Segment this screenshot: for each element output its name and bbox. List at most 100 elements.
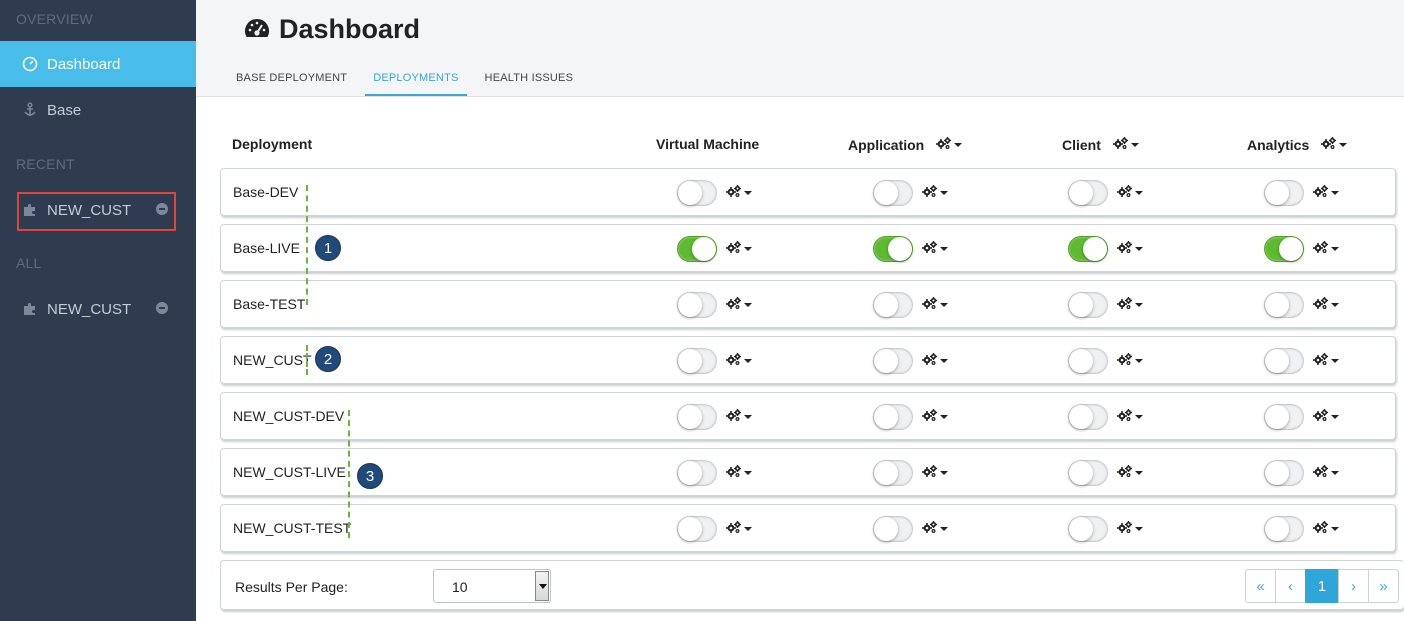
gear-dropdown[interactable]: [1313, 240, 1339, 259]
app-toggle[interactable]: [873, 404, 913, 430]
gear-dropdown[interactable]: [922, 464, 948, 483]
remove-icon[interactable]: [156, 302, 168, 314]
gear-dropdown[interactable]: [936, 136, 963, 153]
client-toggle[interactable]: [1068, 236, 1108, 262]
caret-icon: [1331, 247, 1339, 251]
gear-dropdown[interactable]: [922, 184, 948, 203]
analytics-cell: [1264, 236, 1339, 262]
vm-toggle[interactable]: [677, 516, 717, 542]
caret-icon: [940, 415, 948, 419]
gear-dropdown[interactable]: [1117, 184, 1143, 203]
caret-icon: [1135, 471, 1143, 475]
gear-dropdown[interactable]: [922, 408, 948, 427]
gear-dropdown[interactable]: [726, 520, 752, 539]
client-toggle[interactable]: [1068, 404, 1108, 430]
gear-dropdown[interactable]: [726, 352, 752, 371]
all-item-label: NEW_CUST: [47, 300, 132, 318]
vm-cell: [677, 516, 752, 542]
gear-dropdown[interactable]: [922, 296, 948, 315]
gear-dropdown[interactable]: [922, 352, 948, 371]
tab-base-deployment[interactable]: BASE DEPLOYMENT: [236, 64, 347, 96]
vm-toggle[interactable]: [677, 348, 717, 374]
deployment-name[interactable]: NEW_CUST-LIVE: [233, 464, 346, 480]
client-cell: [1068, 348, 1143, 374]
client-toggle[interactable]: [1068, 516, 1108, 542]
vm-toggle[interactable]: [677, 404, 717, 430]
gear-dropdown[interactable]: [1117, 408, 1143, 427]
app-toggle[interactable]: [873, 516, 913, 542]
gear-dropdown[interactable]: [1313, 296, 1339, 315]
app-toggle[interactable]: [873, 292, 913, 318]
deployment-name[interactable]: NEW_CUST-TEST: [233, 520, 351, 536]
vm-toggle[interactable]: [677, 460, 717, 486]
analytics-toggle[interactable]: [1264, 348, 1304, 374]
toggle-knob: [1265, 293, 1289, 317]
results-per-page-select[interactable]: 10: [433, 569, 551, 603]
app-toggle[interactable]: [873, 460, 913, 486]
first-page-button[interactable]: «: [1245, 569, 1276, 603]
tab-health-issues[interactable]: HEALTH ISSUES: [485, 64, 574, 96]
client-toggle[interactable]: [1068, 180, 1108, 206]
app-toggle[interactable]: [873, 180, 913, 206]
app-toggle[interactable]: [873, 236, 913, 262]
analytics-toggle[interactable]: [1264, 516, 1304, 542]
sidebar-item-base[interactable]: Base: [0, 87, 196, 133]
vm-toggle[interactable]: [677, 236, 717, 262]
recent-item-new-cust[interactable]: NEW_CUST: [0, 187, 196, 233]
chevron-down-icon[interactable]: [535, 571, 549, 601]
toggle-knob: [874, 461, 898, 485]
tab-deployments[interactable]: DEPLOYMENTS: [365, 64, 467, 96]
client-cell: [1068, 292, 1143, 318]
analytics-toggle[interactable]: [1264, 404, 1304, 430]
client-toggle[interactable]: [1068, 460, 1108, 486]
caret-icon: [940, 247, 948, 251]
gear-dropdown[interactable]: [1117, 240, 1143, 259]
gear-dropdown[interactable]: [1313, 352, 1339, 371]
gear-dropdown[interactable]: [726, 464, 752, 483]
client-toggle[interactable]: [1068, 348, 1108, 374]
gear-dropdown[interactable]: [1313, 464, 1339, 483]
analytics-toggle[interactable]: [1264, 460, 1304, 486]
deployment-name[interactable]: Base-DEV: [233, 184, 298, 200]
gear-dropdown[interactable]: [726, 408, 752, 427]
gear-dropdown[interactable]: [1321, 136, 1348, 153]
analytics-cell: [1264, 516, 1339, 542]
gear-dropdown[interactable]: [1117, 464, 1143, 483]
gear-dropdown[interactable]: [1112, 136, 1139, 153]
client-cell: [1068, 516, 1143, 542]
table-row: NEW_CUST-TEST: [220, 504, 1396, 552]
vm-toggle[interactable]: [677, 180, 717, 206]
gear-dropdown[interactable]: [922, 520, 948, 539]
gear-dropdown[interactable]: [726, 184, 752, 203]
deployment-name[interactable]: Base-TEST: [233, 296, 305, 312]
remove-icon[interactable]: [156, 203, 168, 215]
sidebar-item-dashboard[interactable]: Dashboard: [0, 41, 196, 87]
gear-dropdown[interactable]: [1313, 184, 1339, 203]
deployment-name[interactable]: NEW_CUST: [233, 352, 312, 368]
analytics-toggle[interactable]: [1264, 292, 1304, 318]
next-page-button[interactable]: ›: [1338, 569, 1369, 603]
last-page-button[interactable]: »: [1368, 569, 1399, 603]
table-footer: Results Per Page: 10 « ‹ 1 › »: [220, 560, 1404, 610]
client-toggle[interactable]: [1068, 292, 1108, 318]
caret-icon: [1331, 359, 1339, 363]
deployment-name[interactable]: Base-LIVE: [233, 240, 300, 256]
previous-page-button[interactable]: ‹: [1275, 569, 1306, 603]
gear-dropdown[interactable]: [1117, 352, 1143, 371]
gear-dropdown[interactable]: [1313, 520, 1339, 539]
gear-dropdown[interactable]: [726, 240, 752, 259]
analytics-toggle[interactable]: [1264, 236, 1304, 262]
analytics-toggle[interactable]: [1264, 180, 1304, 206]
all-item-new-cust[interactable]: NEW_CUST: [0, 286, 196, 332]
gear-dropdown[interactable]: [1313, 408, 1339, 427]
vm-toggle[interactable]: [677, 292, 717, 318]
gear-dropdown[interactable]: [1117, 296, 1143, 315]
deployment-name[interactable]: NEW_CUST-DEV: [233, 408, 344, 424]
gear-dropdown[interactable]: [922, 240, 948, 259]
gear-dropdown[interactable]: [1117, 520, 1143, 539]
speedometer-icon: [243, 17, 271, 43]
page-1-button[interactable]: 1: [1305, 569, 1339, 603]
app-toggle[interactable]: [873, 348, 913, 374]
gear-dropdown[interactable]: [726, 296, 752, 315]
caret-icon: [744, 303, 752, 307]
